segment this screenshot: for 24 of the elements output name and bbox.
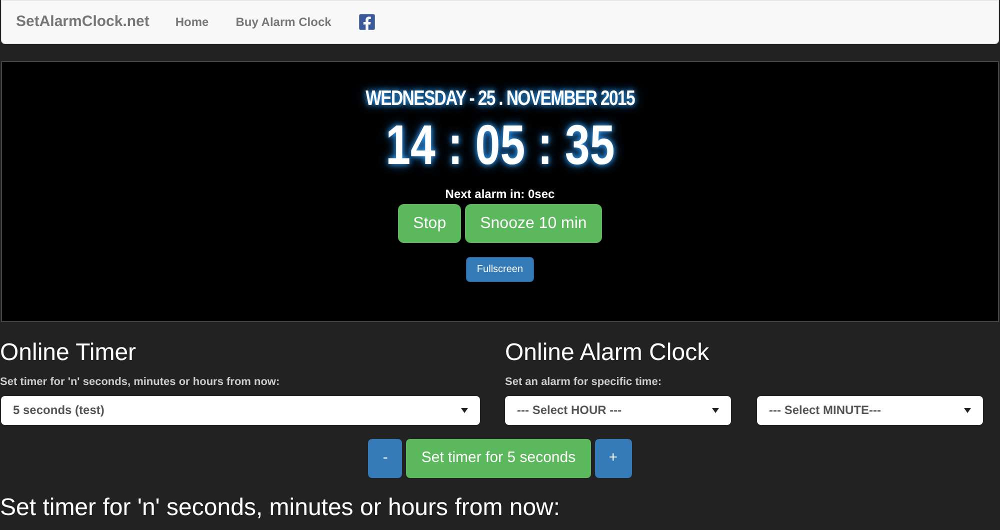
decrement-button[interactable]: - bbox=[368, 438, 402, 478]
snooze-button[interactable]: Snooze 10 min bbox=[465, 204, 602, 243]
field-label: Set timer for 'n' seconds, minutes or hours from now: bbox=[0, 375, 281, 390]
caret-icon bbox=[461, 408, 468, 412]
date-display: WEDNESDAY - 25 . NOVEMBER 2015 bbox=[366, 88, 634, 109]
increment-button[interactable]: + bbox=[594, 438, 632, 478]
nav-link[interactable]: Buy Alarm Clock bbox=[236, 13, 332, 31]
facebook-icon[interactable] bbox=[358, 13, 376, 31]
section-title: Online Alarm Clock bbox=[505, 338, 710, 368]
select-field[interactable]: 5 seconds (test) bbox=[1, 396, 480, 424]
set-timer-button[interactable]: Set timer for 5 seconds bbox=[406, 438, 591, 478]
section-heading: Set timer for 'n' seconds, minutes or hours from now: bbox=[0, 492, 562, 522]
caret-icon bbox=[712, 408, 719, 412]
stop-button[interactable]: Stop bbox=[398, 204, 462, 243]
fullscreen-button[interactable]: Fullscreen bbox=[466, 257, 534, 282]
brand-link[interactable]: SetAlarmClock.net bbox=[16, 10, 150, 34]
time-display: 14 : 05 : 35 bbox=[385, 117, 615, 173]
select-field[interactable]: --- Select HOUR --- bbox=[505, 396, 731, 424]
select-field[interactable]: --- Select MINUTE--- bbox=[757, 396, 983, 424]
nav-link[interactable]: Home bbox=[175, 13, 209, 31]
caret-icon bbox=[964, 408, 971, 412]
next-alarm-text: Next alarm in: 0sec bbox=[445, 186, 555, 203]
field-label: Set an alarm for specific time: bbox=[505, 375, 662, 390]
section-title: Online Timer bbox=[0, 338, 138, 368]
